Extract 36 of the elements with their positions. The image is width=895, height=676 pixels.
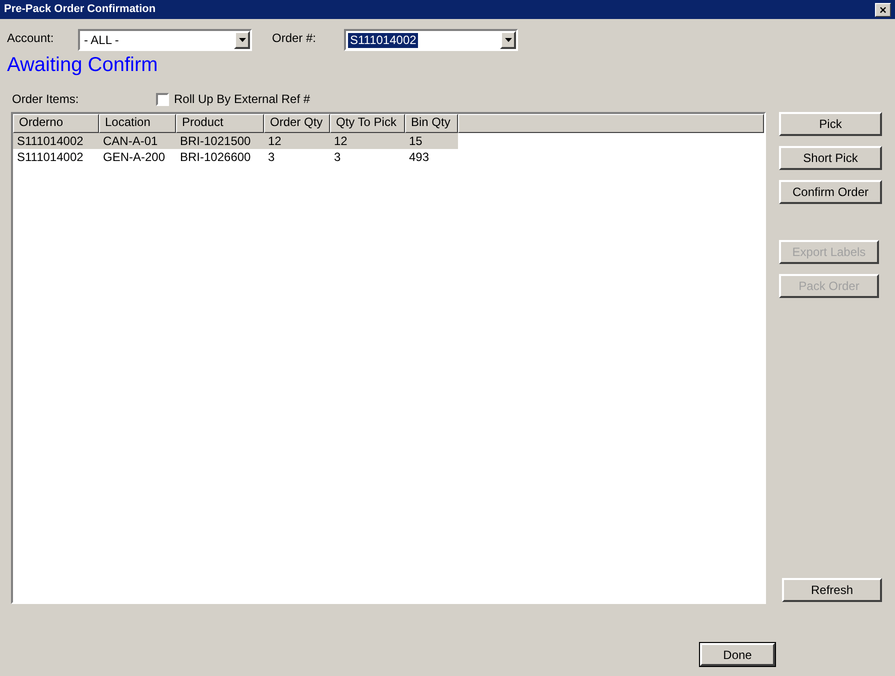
window-title: Pre-Pack Order Confirmation [4,2,156,18]
action-button[interactable]: Confirm Order [779,180,882,204]
rollup-checkbox[interactable] [156,92,169,106]
column-header[interactable]: Order Qty [264,114,330,133]
table-row[interactable]: S111014002 CAN-A-01 BRI-1021500 12 12 15 [13,133,458,149]
refresh-button[interactable]: Refresh [782,578,882,602]
column-header[interactable]: Product [176,114,264,133]
table-cell-text: S111014002 [16,149,84,165]
close-button[interactable]: × [875,2,891,16]
rollup-label: Roll Up By External Ref # [174,91,310,108]
action-button[interactable]: Pick [779,112,882,136]
done-button[interactable]: Done [700,643,775,666]
table-cell-text: 15 [408,133,424,149]
table-cell-text: S111014002 [16,133,84,149]
status-text: Awaiting Confirm [7,53,158,77]
table-cell-text: 3 [267,149,276,165]
table-cell-text: GEN-A-200 [102,149,166,165]
order-dropdown[interactable]: S111014002 [344,29,518,51]
table-cell-text: BRI-1026600 [179,149,252,165]
table-cell-text: 12 [267,133,282,149]
column-header[interactable]: Qty To Pick [330,114,405,133]
table-cell-text: BRI-1021500 [179,133,252,149]
column-header[interactable]: Bin Qty [405,114,458,133]
table-cell-text: 12 [333,133,348,149]
combo-value: S111014002 [348,32,418,48]
account-label: Account: [7,30,55,47]
order-items-label: Order Items: [12,91,80,108]
column-header[interactable]: Location [99,114,176,133]
account-dropdown[interactable]: - ALL - [78,29,252,51]
column-header[interactable]: Orderno [13,114,99,133]
order-label: Order #: [272,30,318,47]
action-button[interactable]: Short Pick [779,146,882,170]
table-cell-text: 3 [333,149,342,165]
table-cell-text: 493 [408,149,430,165]
combo-value: - ALL - [83,32,120,48]
table-cell-text: CAN-A-01 [102,133,159,149]
